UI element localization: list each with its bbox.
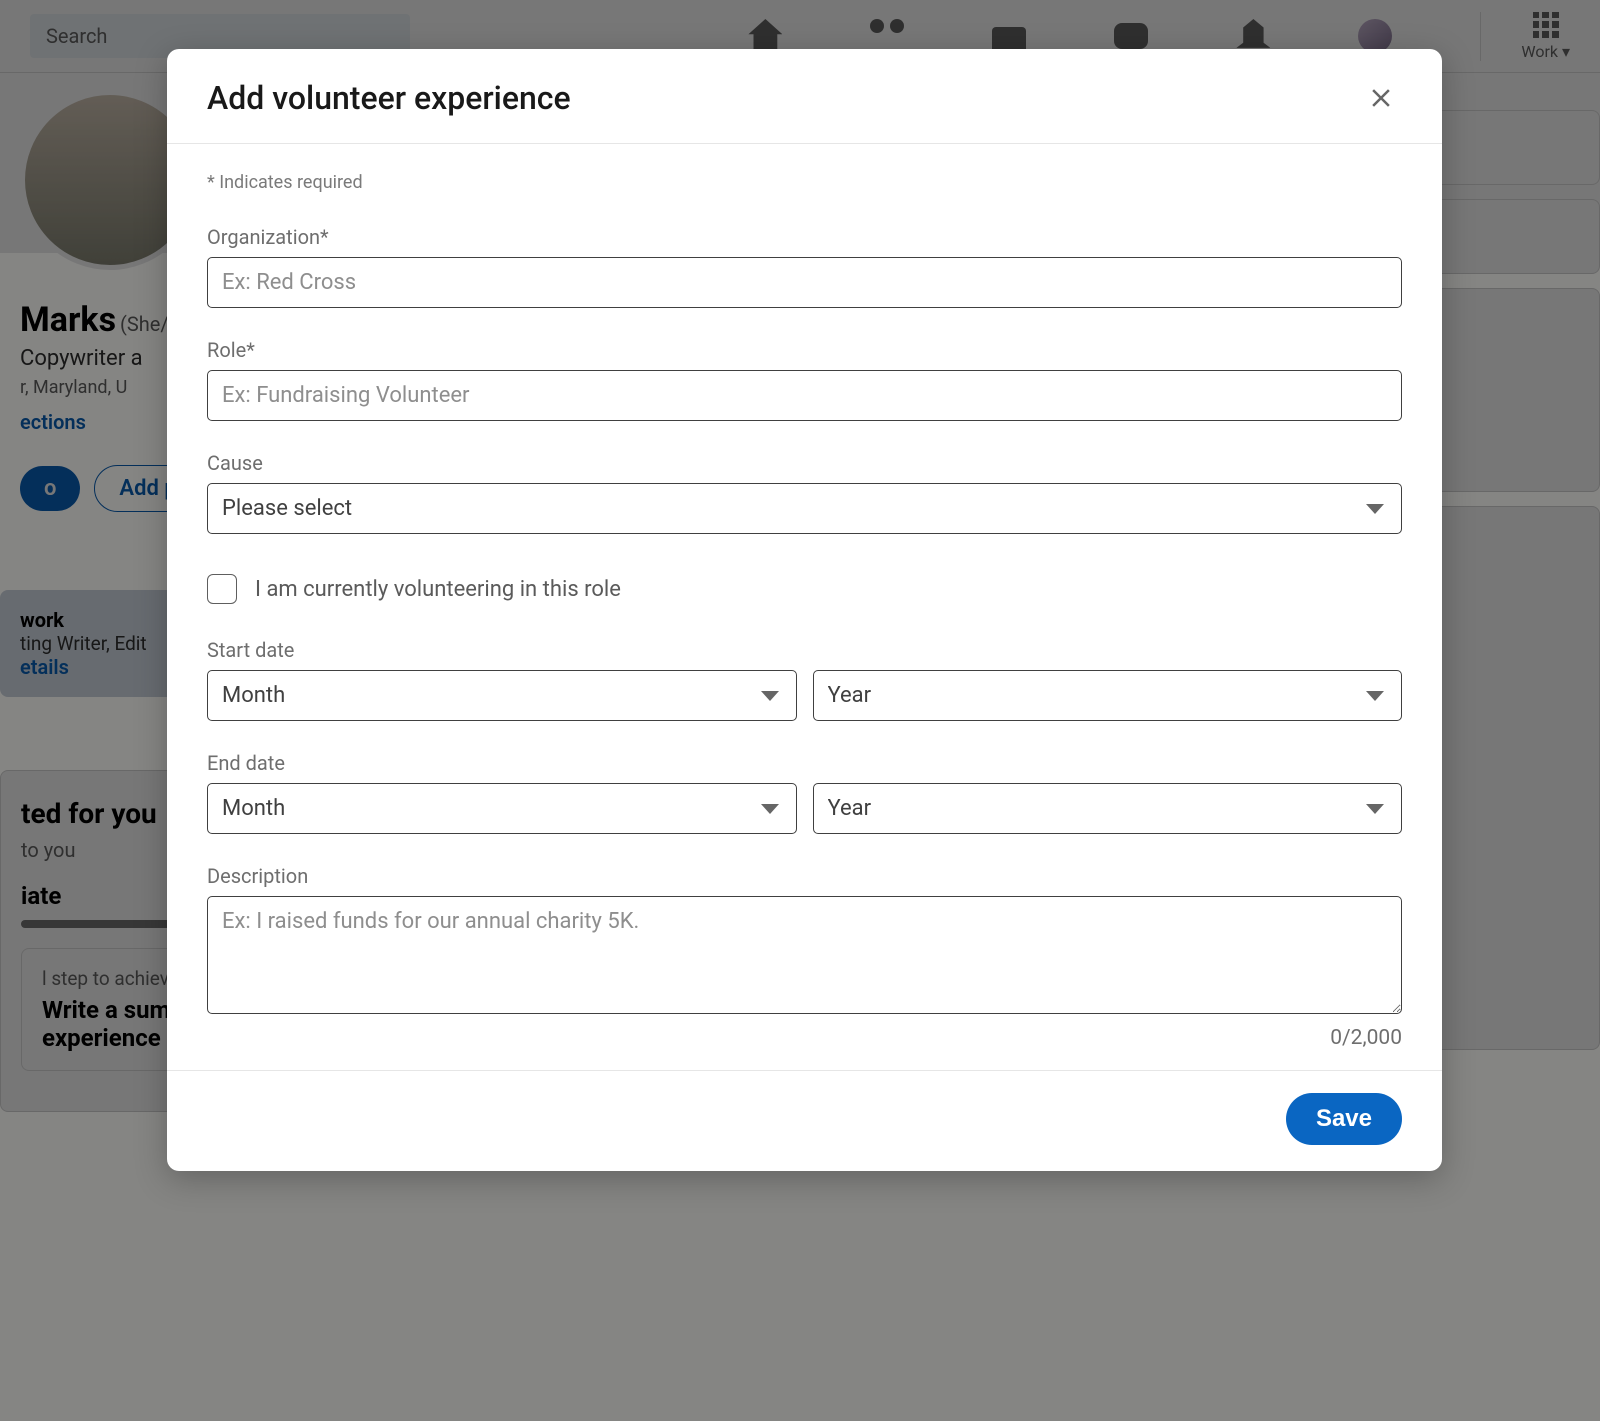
organization-input[interactable]	[207, 257, 1402, 308]
cause-label: Cause	[207, 451, 1402, 475]
start-date-label: Start date	[207, 638, 1402, 662]
required-note: * Indicates required	[207, 172, 1402, 193]
role-label: Role*	[207, 338, 1402, 362]
end-year-select[interactable]: Year	[813, 783, 1403, 834]
organization-label: Organization*	[207, 225, 1402, 249]
end-date-label: End date	[207, 751, 1402, 775]
currently-volunteering-checkbox[interactable]	[207, 574, 237, 604]
role-input[interactable]	[207, 370, 1402, 421]
modal-footer: Save	[167, 1070, 1442, 1171]
cause-select[interactable]: Please select	[207, 483, 1402, 534]
close-button[interactable]	[1360, 77, 1402, 119]
char-count: 0/2,000	[207, 1026, 1402, 1050]
start-month-select[interactable]: Month	[207, 670, 797, 721]
description-textarea[interactable]	[207, 896, 1402, 1014]
modal-title: Add volunteer experience	[207, 79, 571, 117]
description-label: Description	[207, 864, 1402, 888]
modal-body: * Indicates required Organization* Role*…	[167, 144, 1442, 1070]
start-year-select[interactable]: Year	[813, 670, 1403, 721]
close-icon	[1366, 83, 1396, 113]
end-month-select[interactable]: Month	[207, 783, 797, 834]
save-button[interactable]: Save	[1286, 1093, 1402, 1145]
modal-header: Add volunteer experience	[167, 49, 1442, 144]
currently-volunteering-label: I am currently volunteering in this role	[255, 577, 621, 602]
add-volunteer-modal: Add volunteer experience * Indicates req…	[167, 49, 1442, 1171]
